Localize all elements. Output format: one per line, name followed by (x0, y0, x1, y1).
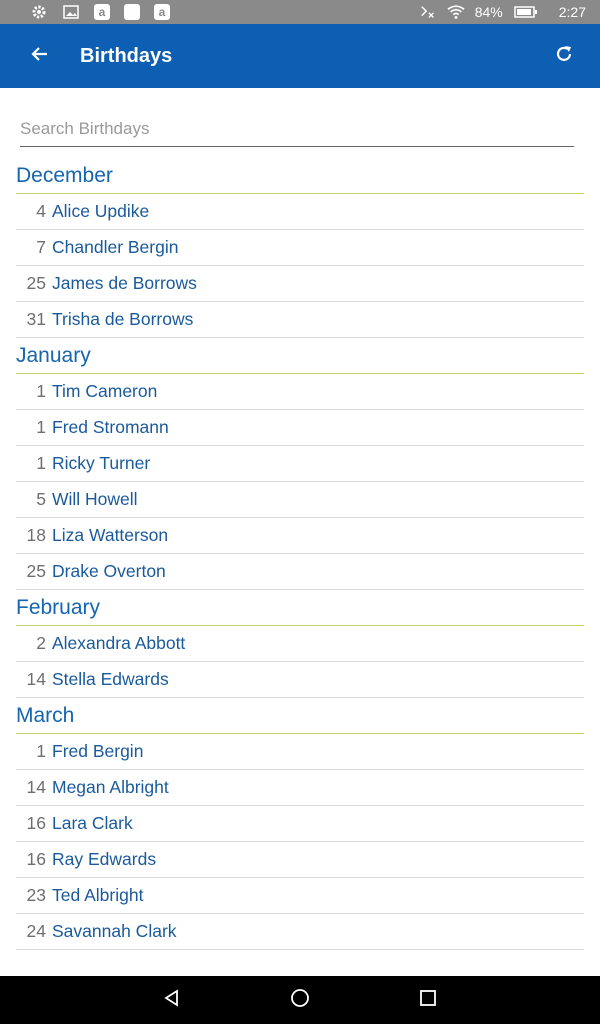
arrow-left-icon (31, 45, 49, 68)
nav-home-button[interactable] (280, 980, 320, 1020)
person-name: Drake Overton (52, 561, 166, 581)
person-name: Tim Cameron (52, 381, 158, 401)
list-item[interactable]: 24 Savannah Clark (16, 914, 584, 950)
bluetooth-off-icon (419, 3, 437, 21)
person-name: Lara Clark (52, 813, 133, 833)
square-icon (124, 4, 140, 20)
status-right-icons: 84% 2:27 (419, 3, 586, 21)
list-item[interactable]: 1 Fred Stromann (16, 410, 584, 446)
amazon-icon: a (94, 4, 110, 20)
birthday-day: 5 (36, 489, 46, 509)
list-item[interactable]: 5 Will Howell (16, 482, 584, 518)
birthday-day: 16 (26, 849, 46, 869)
page-title: Birthdays (80, 44, 173, 67)
person-name: Trisha de Borrows (52, 309, 194, 329)
birthday-day: 14 (26, 777, 46, 797)
birthday-day: 25 (26, 561, 46, 581)
birthday-day: 1 (36, 381, 46, 401)
list-item[interactable]: 25 Drake Overton (16, 554, 584, 590)
search-input[interactable] (20, 114, 574, 144)
nav-recents-button[interactable] (408, 980, 448, 1020)
birthday-day: 16 (26, 813, 46, 833)
person-name: Liza Watterson (52, 525, 169, 545)
birthday-day: 14 (26, 669, 46, 689)
list-item[interactable]: 25 James de Borrows (16, 266, 584, 302)
person-name: James de Borrows (52, 273, 197, 293)
list-item[interactable]: 1 Ricky Turner (16, 446, 584, 482)
person-name: Ricky Turner (52, 453, 151, 473)
list-item[interactable]: 14 Stella Edwards (16, 662, 584, 698)
birthday-day: 2 (36, 633, 46, 653)
list-item[interactable]: 16 Ray Edwards (16, 842, 584, 878)
birthday-day: 23 (26, 885, 46, 905)
status-bar: a a 84% 2:27 (0, 0, 600, 24)
battery-percent: 84% (474, 4, 503, 20)
list-item[interactable]: 1 Fred Bergin (16, 734, 584, 770)
image-icon (62, 3, 80, 21)
month-header-december: December (16, 158, 584, 194)
status-left-icons: a a (30, 3, 170, 21)
list-item[interactable]: 23 Ted Albright (16, 878, 584, 914)
person-name: Megan Albright (52, 777, 169, 797)
list-item[interactable]: 4 Alice Updike (16, 194, 584, 230)
list-item[interactable]: 16 Lara Clark (16, 806, 584, 842)
birthday-day: 1 (36, 741, 46, 761)
back-triangle-icon (163, 988, 181, 1012)
person-name: Stella Edwards (52, 669, 169, 689)
refresh-icon (554, 44, 574, 69)
person-name: Fred Stromann (52, 417, 169, 437)
birthday-day: 24 (26, 921, 46, 941)
app-bar: Birthdays (0, 24, 600, 88)
recents-square-icon (419, 989, 437, 1012)
system-nav-bar (0, 976, 600, 1024)
back-button[interactable] (20, 36, 60, 76)
battery-icon (513, 3, 539, 21)
person-name: Alice Updike (52, 201, 150, 221)
gear-icon (30, 3, 48, 21)
person-name: Chandler Bergin (52, 237, 179, 257)
person-name: Ray Edwards (52, 849, 157, 869)
birthday-content: December 4Alice Updike 7Chandler Bergin … (0, 88, 600, 976)
clock: 2:27 (558, 4, 586, 20)
person-name: Alexandra Abbott (52, 633, 186, 653)
nav-back-button[interactable] (152, 980, 192, 1020)
person-name: Fred Bergin (52, 741, 144, 761)
list-item[interactable]: 31 Trisha de Borrows (16, 302, 584, 338)
list-item[interactable]: 18 Liza Watterson (16, 518, 584, 554)
refresh-button[interactable] (544, 36, 584, 76)
birthday-day: 1 (36, 417, 46, 437)
birthday-list: December 4 Alice Updike 7 Chandler Bergin … (16, 158, 584, 950)
wifi-icon (447, 3, 465, 21)
list-item[interactable]: 2 Alexandra Abbott (16, 626, 584, 662)
list-item[interactable]: 1 Tim Cameron (16, 374, 584, 410)
list-item[interactable]: 7 Chandler Bergin (16, 230, 584, 266)
search-field (20, 114, 574, 147)
month-header-february: February (16, 590, 584, 626)
list-item[interactable]: 14 Megan Albright (16, 770, 584, 806)
month-header-january: January (16, 338, 584, 374)
birthday-day: 25 (26, 273, 46, 293)
birthday-day: 31 (26, 309, 46, 329)
home-circle-icon (290, 988, 310, 1013)
birthday-day: 7 (36, 237, 46, 257)
birthday-day: 4 (36, 201, 46, 221)
month-header-march: March (16, 698, 584, 734)
person-name: Will Howell (52, 489, 138, 509)
birthday-day: 1 (36, 453, 46, 473)
person-name: Savannah Clark (52, 921, 177, 941)
amazon-icon: a (154, 4, 170, 20)
person-name: Ted Albright (52, 885, 144, 905)
birthday-day: 18 (26, 525, 46, 545)
